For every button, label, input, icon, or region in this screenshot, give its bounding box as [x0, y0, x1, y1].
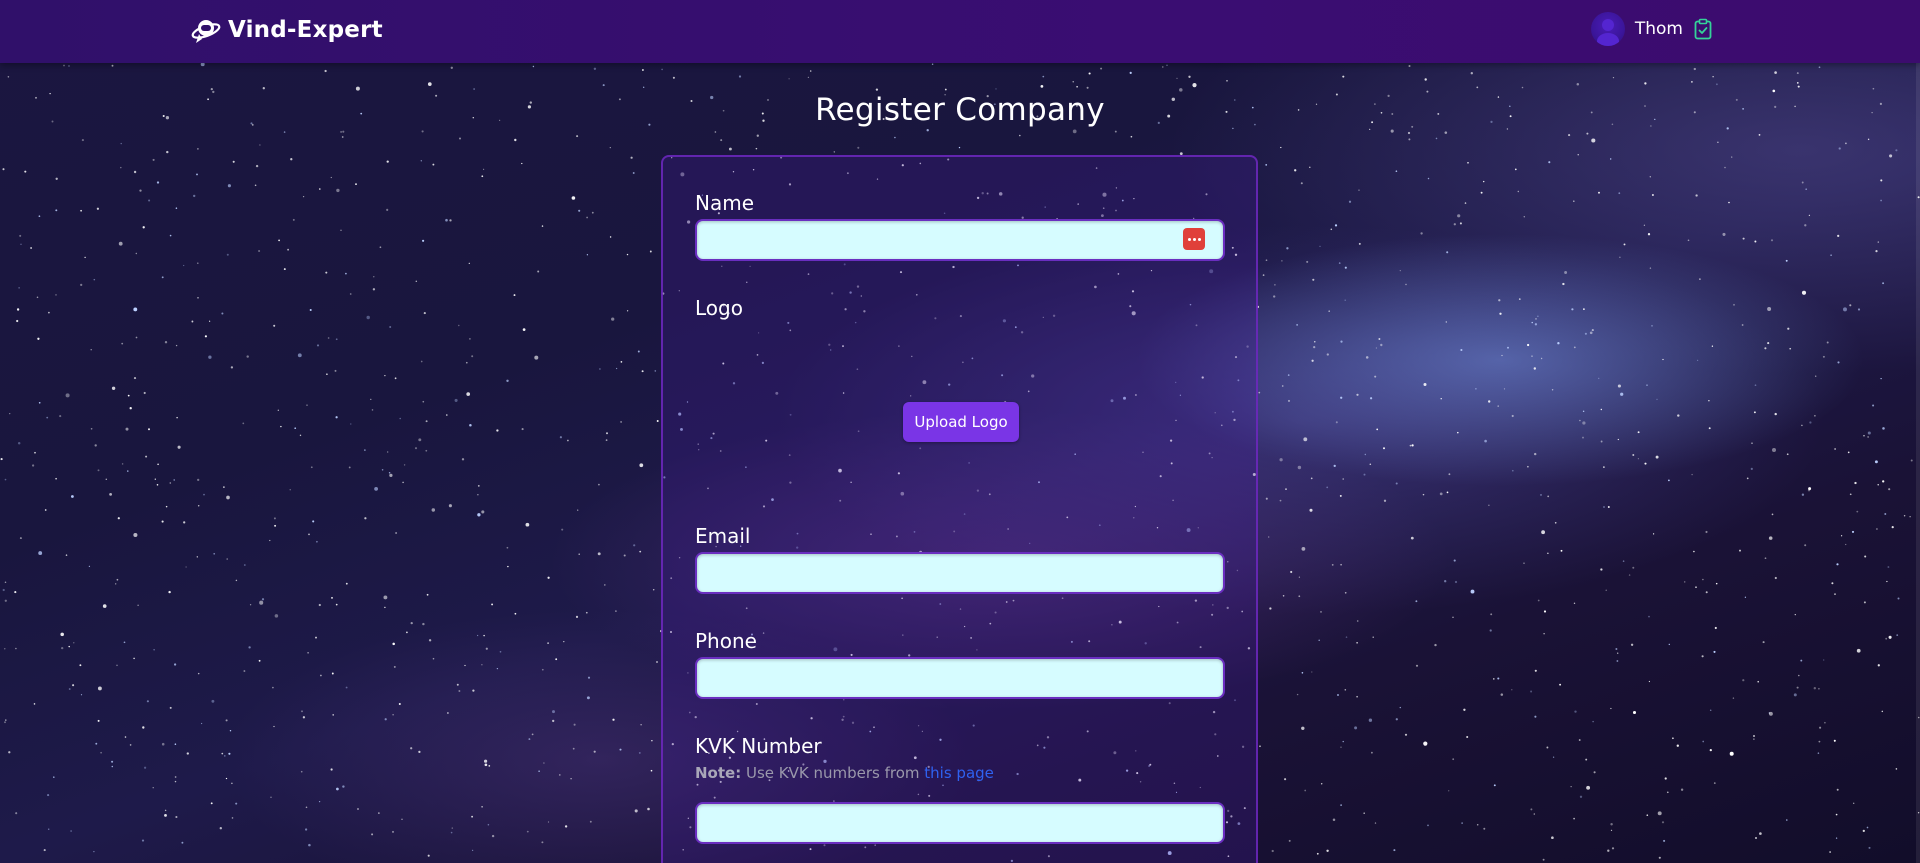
- email-label: Email: [695, 524, 751, 548]
- kvk-number-label: KVK Number: [695, 734, 822, 758]
- upload-logo-button[interactable]: Upload Logo: [903, 402, 1019, 442]
- user-avatar-icon[interactable]: [1590, 12, 1625, 46]
- kvk-note: Note: Use KVK numbers from this page: [695, 764, 994, 782]
- kvk-number-input[interactable]: [695, 802, 1225, 844]
- name-input[interactable]: [695, 219, 1225, 261]
- user-name[interactable]: Thom: [1635, 19, 1683, 39]
- brand-name: Vind-Expert: [228, 17, 383, 43]
- kvk-note-prefix: Note:: [695, 764, 742, 782]
- page-scrollbar[interactable]: [1916, 63, 1920, 863]
- email-input[interactable]: [695, 552, 1225, 594]
- top-navbar: Vind-Expert Thom: [0, 0, 1920, 63]
- phone-label: Phone: [695, 629, 757, 653]
- kvk-note-text: Use KVK numbers from: [745, 764, 920, 782]
- clipboard-check-icon[interactable]: [1693, 18, 1713, 40]
- phone-input[interactable]: [695, 657, 1225, 699]
- brand[interactable]: Vind-Expert: [190, 14, 383, 46]
- user-menu[interactable]: Thom: [1590, 12, 1713, 46]
- register-company-form: Name Logo Upload Logo Email Phone KVK Nu…: [661, 155, 1258, 863]
- name-label: Name: [695, 191, 755, 215]
- astronaut-logo-icon: [191, 20, 221, 43]
- password-dots-icon[interactable]: [1183, 228, 1205, 250]
- logo-label: Logo: [695, 296, 743, 320]
- kvk-note-link[interactable]: this page: [924, 764, 994, 782]
- page-title: Register Company: [815, 92, 1105, 128]
